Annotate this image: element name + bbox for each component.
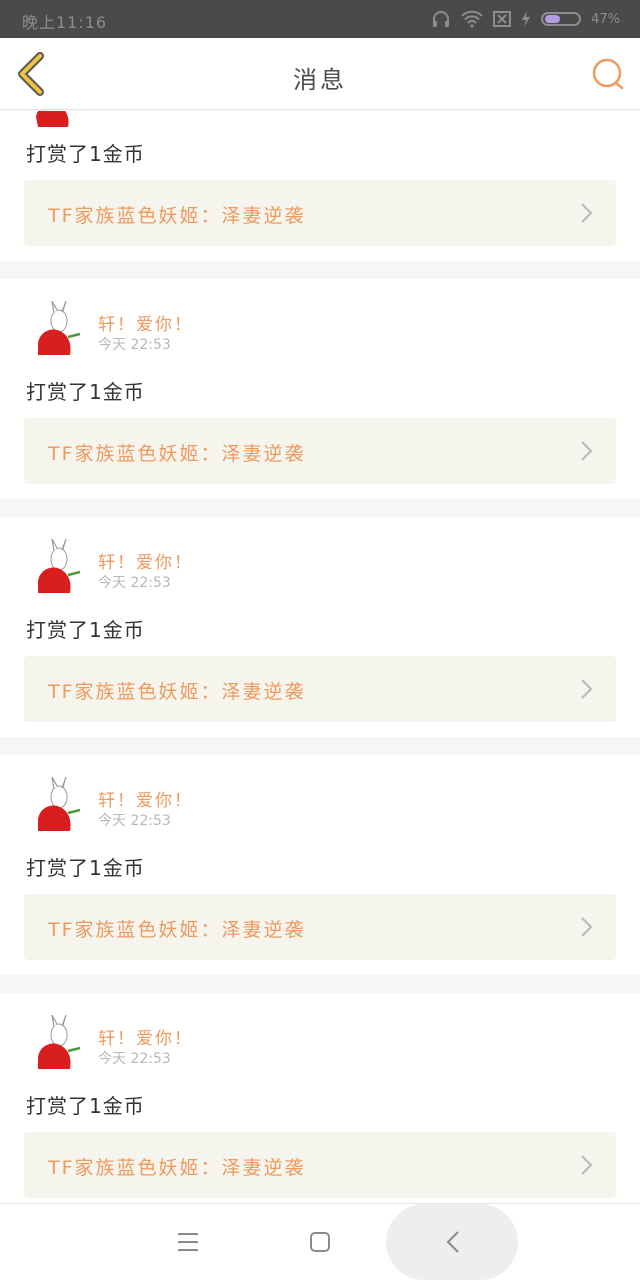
- avatar[interactable]: [28, 777, 84, 837]
- avatar[interactable]: [28, 1015, 84, 1075]
- message-card: 打赏了1金币 TF家族蓝色妖姬：泽妻逆袭: [0, 111, 640, 261]
- message-card: 轩！爱你！ 今天 22:53 打赏了1金币 TF家族蓝色妖姬：泽妻逆袭: [0, 993, 640, 1203]
- work-title: TF家族蓝色妖姬：泽妻逆袭: [48, 681, 306, 703]
- search-icon[interactable]: [590, 56, 626, 92]
- avatar[interactable]: [28, 539, 84, 599]
- message-username[interactable]: 轩！爱你！: [98, 548, 193, 573]
- chevron-right-icon: [581, 203, 593, 223]
- status-bar: 晚上11:16 47%: [0, 0, 640, 38]
- chevron-right-icon: [581, 1155, 593, 1175]
- message-action: 打赏了1金币: [26, 618, 145, 642]
- work-title: TF家族蓝色妖姬：泽妻逆袭: [48, 205, 306, 227]
- message-username[interactable]: 轩！爱你！: [98, 310, 193, 335]
- system-nav-bar: [0, 1203, 640, 1280]
- back-icon: [446, 1231, 459, 1253]
- work-title: TF家族蓝色妖姬：泽妻逆袭: [48, 443, 306, 465]
- sim-off-icon: [493, 11, 512, 27]
- message-time: 今天 22:53: [98, 813, 171, 829]
- message-card: 轩！爱你！ 今天 22:53 打赏了1金币 TF家族蓝色妖姬：泽妻逆袭: [0, 517, 640, 737]
- work-link[interactable]: TF家族蓝色妖姬：泽妻逆袭: [24, 656, 616, 722]
- chevron-right-icon: [581, 679, 593, 699]
- back-button[interactable]: [386, 1204, 518, 1280]
- charging-bolt-icon: [522, 11, 531, 27]
- page-title: 消息: [293, 66, 347, 94]
- menu-icon[interactable]: [177, 1232, 199, 1252]
- work-title: TF家族蓝色妖姬：泽妻逆袭: [48, 919, 306, 941]
- message-time: 今天 22:53: [98, 575, 171, 591]
- avatar[interactable]: [28, 111, 84, 131]
- chevron-right-icon: [581, 441, 593, 461]
- message-action: 打赏了1金币: [26, 142, 145, 166]
- work-link[interactable]: TF家族蓝色妖姬：泽妻逆袭: [24, 418, 616, 484]
- headphones-icon: [433, 11, 450, 27]
- chevron-right-icon: [581, 917, 593, 937]
- message-action: 打赏了1金币: [26, 856, 145, 880]
- status-icons: 47%: [431, 10, 620, 28]
- message-time: 今天 22:53: [98, 1051, 171, 1067]
- work-link[interactable]: TF家族蓝色妖姬：泽妻逆袭: [24, 180, 616, 246]
- work-link[interactable]: TF家族蓝色妖姬：泽妻逆袭: [24, 1132, 616, 1198]
- header: 消息: [0, 38, 640, 110]
- message-time: 今天 22:53: [98, 337, 171, 353]
- message-username[interactable]: 轩！爱你！: [98, 786, 193, 811]
- status-time: 晚上11:16: [22, 13, 108, 32]
- message-action: 打赏了1金币: [26, 1094, 145, 1118]
- battery-percent: 47%: [591, 11, 620, 27]
- message-card: 轩！爱你！ 今天 22:53 打赏了1金币 TF家族蓝色妖姬：泽妻逆袭: [0, 279, 640, 499]
- home-square-icon[interactable]: [309, 1231, 331, 1253]
- message-username[interactable]: 轩！爱你！: [98, 1024, 193, 1049]
- work-title: TF家族蓝色妖姬：泽妻逆袭: [48, 1157, 306, 1179]
- message-list[interactable]: 打赏了1金币 TF家族蓝色妖姬：泽妻逆袭 轩！爱你！ 今天 22:53 打赏了1…: [0, 111, 640, 1203]
- battery-level: [545, 15, 561, 23]
- message-card: 轩！爱你！ 今天 22:53 打赏了1金币 TF家族蓝色妖姬：泽妻逆袭: [0, 755, 640, 975]
- battery-icon: [541, 12, 582, 26]
- work-link[interactable]: TF家族蓝色妖姬：泽妻逆袭: [24, 894, 616, 960]
- avatar[interactable]: [28, 301, 84, 361]
- wifi-icon: [461, 10, 483, 28]
- message-action: 打赏了1金币: [26, 380, 145, 404]
